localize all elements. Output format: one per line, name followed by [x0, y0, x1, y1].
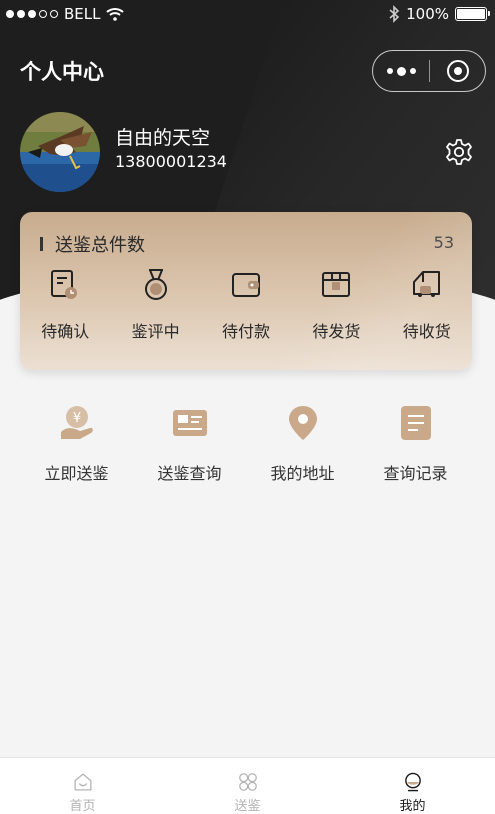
wallet-icon	[231, 273, 260, 297]
bottom-tab-bar: 首页 送鉴 我的	[0, 757, 495, 814]
tab-label: 首页	[69, 799, 96, 814]
location-pin-icon	[288, 406, 317, 440]
avatar[interactable]	[20, 112, 100, 192]
quick-action-label: 立即送鉴	[44, 464, 109, 483]
quick-action-label: 我的地址	[270, 464, 335, 483]
status-awaiting-shipment[interactable]: 待发货	[291, 268, 381, 342]
target-icon	[446, 60, 469, 82]
status-awaiting-receipt[interactable]: 待收货	[382, 268, 472, 342]
battery-icon	[455, 7, 490, 21]
status-label: 待付款	[221, 322, 270, 341]
total-count[interactable]: 53	[434, 233, 454, 252]
status-label: 待收货	[402, 322, 451, 341]
home-icon	[74, 773, 91, 791]
submit-query-button[interactable]: 送鉴查询	[133, 404, 246, 484]
pending-confirm-icon	[51, 270, 78, 299]
signal-icon	[6, 10, 58, 18]
tab-label: 我的	[399, 799, 426, 814]
carrier-label: BELL	[64, 5, 101, 23]
yen-hand-icon: ¥	[60, 406, 93, 439]
username: 自由的天空	[115, 127, 211, 149]
document-list-icon	[400, 406, 431, 440]
tab-submit[interactable]: 送鉴	[165, 758, 330, 814]
my-address-button[interactable]: 我的地址	[246, 404, 359, 484]
settings-gear-icon[interactable]	[445, 138, 473, 166]
quick-actions: ¥ 立即送鉴 送鉴查询 我的地址 查询记录	[20, 404, 472, 484]
status-bar: BELL 100%	[0, 0, 495, 28]
page-title: 个人中心	[20, 60, 104, 84]
user-phone: 13800001234	[115, 152, 227, 171]
ship-box-icon	[322, 272, 351, 297]
miniprogram-capsule	[372, 50, 486, 92]
profile-icon	[404, 772, 421, 792]
status-label: 待发货	[312, 322, 361, 341]
close-miniprogram-button[interactable]	[430, 60, 485, 82]
truck-icon	[412, 271, 440, 297]
quick-action-label: 查询记录	[383, 464, 448, 483]
svg-text:¥: ¥	[72, 411, 80, 426]
tab-label: 送鉴	[234, 799, 261, 814]
wifi-icon	[106, 8, 125, 21]
status-label: 鉴评中	[131, 322, 180, 341]
tab-home[interactable]: 首页	[0, 758, 165, 814]
tab-mine[interactable]: 我的	[330, 758, 495, 814]
clover-icon	[238, 773, 257, 791]
id-card-icon	[172, 410, 207, 436]
card-title: 送鉴总件数	[55, 235, 145, 256]
query-records-button[interactable]: 查询记录	[359, 404, 472, 484]
submit-now-button[interactable]: ¥ 立即送鉴	[20, 404, 133, 484]
battery-percent: 100%	[406, 5, 449, 23]
status-pending-confirm[interactable]: 待确认	[20, 268, 110, 342]
bluetooth-icon	[389, 5, 400, 23]
status-awaiting-payment[interactable]: 待付款	[201, 268, 291, 342]
status-under-appraisal[interactable]: 鉴评中	[110, 268, 200, 342]
medal-icon	[144, 269, 167, 300]
submit-summary-card: 送鉴总件数 53 待确认 鉴评中 待付款 待发货 待收货	[20, 212, 472, 370]
quick-action-label: 送鉴查询	[157, 464, 222, 483]
status-label: 待确认	[41, 322, 90, 341]
more-options-button[interactable]	[373, 51, 429, 91]
